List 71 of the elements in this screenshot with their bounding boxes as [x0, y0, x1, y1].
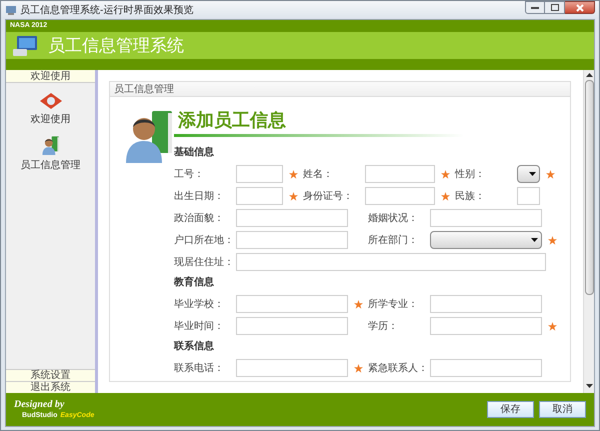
section-title: 基础信息: [174, 146, 215, 160]
minimize-button[interactable]: [525, 1, 545, 14]
sidebar-menu-item[interactable]: 退出系统: [6, 381, 95, 393]
footer-button[interactable]: 保存: [487, 401, 534, 418]
field-label: 户口所在地：: [174, 234, 235, 248]
sidebar-header: 欢迎使用: [6, 70, 95, 83]
input-field[interactable]: [517, 187, 540, 205]
sidebar-item[interactable]: 欢迎使用: [30, 93, 70, 127]
input-field[interactable]: [236, 187, 283, 205]
caret-icon: [531, 238, 538, 242]
field-label: 所在部门：: [368, 234, 419, 248]
maximize-button[interactable]: [545, 1, 565, 14]
input-field[interactable]: [430, 359, 542, 377]
input-field[interactable]: [430, 295, 542, 313]
welcome-icon: [40, 93, 62, 109]
required-star-icon: [548, 322, 556, 330]
field-label: 所学专业：: [368, 298, 419, 312]
sidebar-menu-item[interactable]: 系统设置: [6, 369, 95, 381]
required-star-icon: [440, 192, 450, 200]
credit-text: Designed by: [14, 400, 66, 410]
required-star-icon: [440, 170, 450, 178]
field-label: 紧急联系人：: [368, 362, 429, 376]
input-field[interactable]: [365, 187, 435, 205]
close-button[interactable]: [565, 1, 595, 14]
section-title: 教育信息: [174, 275, 215, 290]
input-field[interactable]: [236, 359, 348, 377]
scrollbar-thumb[interactable]: [584, 80, 594, 295]
field-label: 现居住住址：: [174, 256, 235, 270]
required-star-icon: [548, 236, 556, 244]
field-label: 民族：: [455, 190, 486, 204]
minimize-icon: [531, 6, 539, 9]
scrollbar[interactable]: [583, 70, 594, 393]
panel-title: 员工信息管理: [110, 82, 570, 97]
app-icon: [5, 4, 17, 16]
input-field[interactable]: [430, 317, 542, 335]
field-label: 工号：: [174, 168, 205, 182]
field-label: 性别：: [455, 168, 486, 182]
computer-icon: [12, 34, 40, 56]
field-label: 出生日期：: [174, 190, 225, 204]
close-icon: [576, 4, 584, 12]
field-label: 学历：: [368, 320, 399, 334]
required-star-icon: [546, 170, 554, 178]
field-label: 联系电话：: [174, 362, 225, 376]
maximize-icon: [550, 4, 558, 11]
input-field[interactable]: [236, 165, 283, 183]
field-label: 姓名：: [303, 168, 334, 182]
input-field[interactable]: [236, 231, 348, 249]
field-label: 婚姻状况：: [368, 212, 419, 226]
required-star-icon: [354, 300, 362, 308]
input-field[interactable]: [365, 165, 435, 183]
caret-icon: [529, 172, 536, 176]
field-label: 毕业时间：: [174, 320, 225, 334]
employee-icon: [40, 135, 60, 155]
required-star-icon: [288, 170, 298, 178]
input-field[interactable]: [236, 295, 348, 313]
field-label: 政治面貌：: [174, 212, 225, 226]
section-title: 联系信息: [174, 340, 215, 354]
field-label: 身份证号：: [303, 190, 354, 204]
input-field[interactable]: [236, 317, 348, 335]
input-field[interactable]: [236, 209, 348, 227]
window-title: 员工信息管理系统-运行时界面效果预览: [20, 4, 194, 18]
form-heading: 添加员工信息: [176, 109, 287, 132]
app-title: 员工信息管理系统: [48, 34, 184, 57]
required-star-icon: [354, 364, 362, 372]
sidebar-item[interactable]: 员工信息管理: [20, 135, 80, 173]
input-field[interactable]: [236, 253, 546, 271]
dropdown[interactable]: [517, 165, 540, 183]
input-field[interactable]: [430, 209, 542, 227]
footer-button[interactable]: 取消: [539, 401, 586, 418]
field-label: 毕业学校：: [174, 298, 225, 312]
required-star-icon: [288, 192, 298, 200]
